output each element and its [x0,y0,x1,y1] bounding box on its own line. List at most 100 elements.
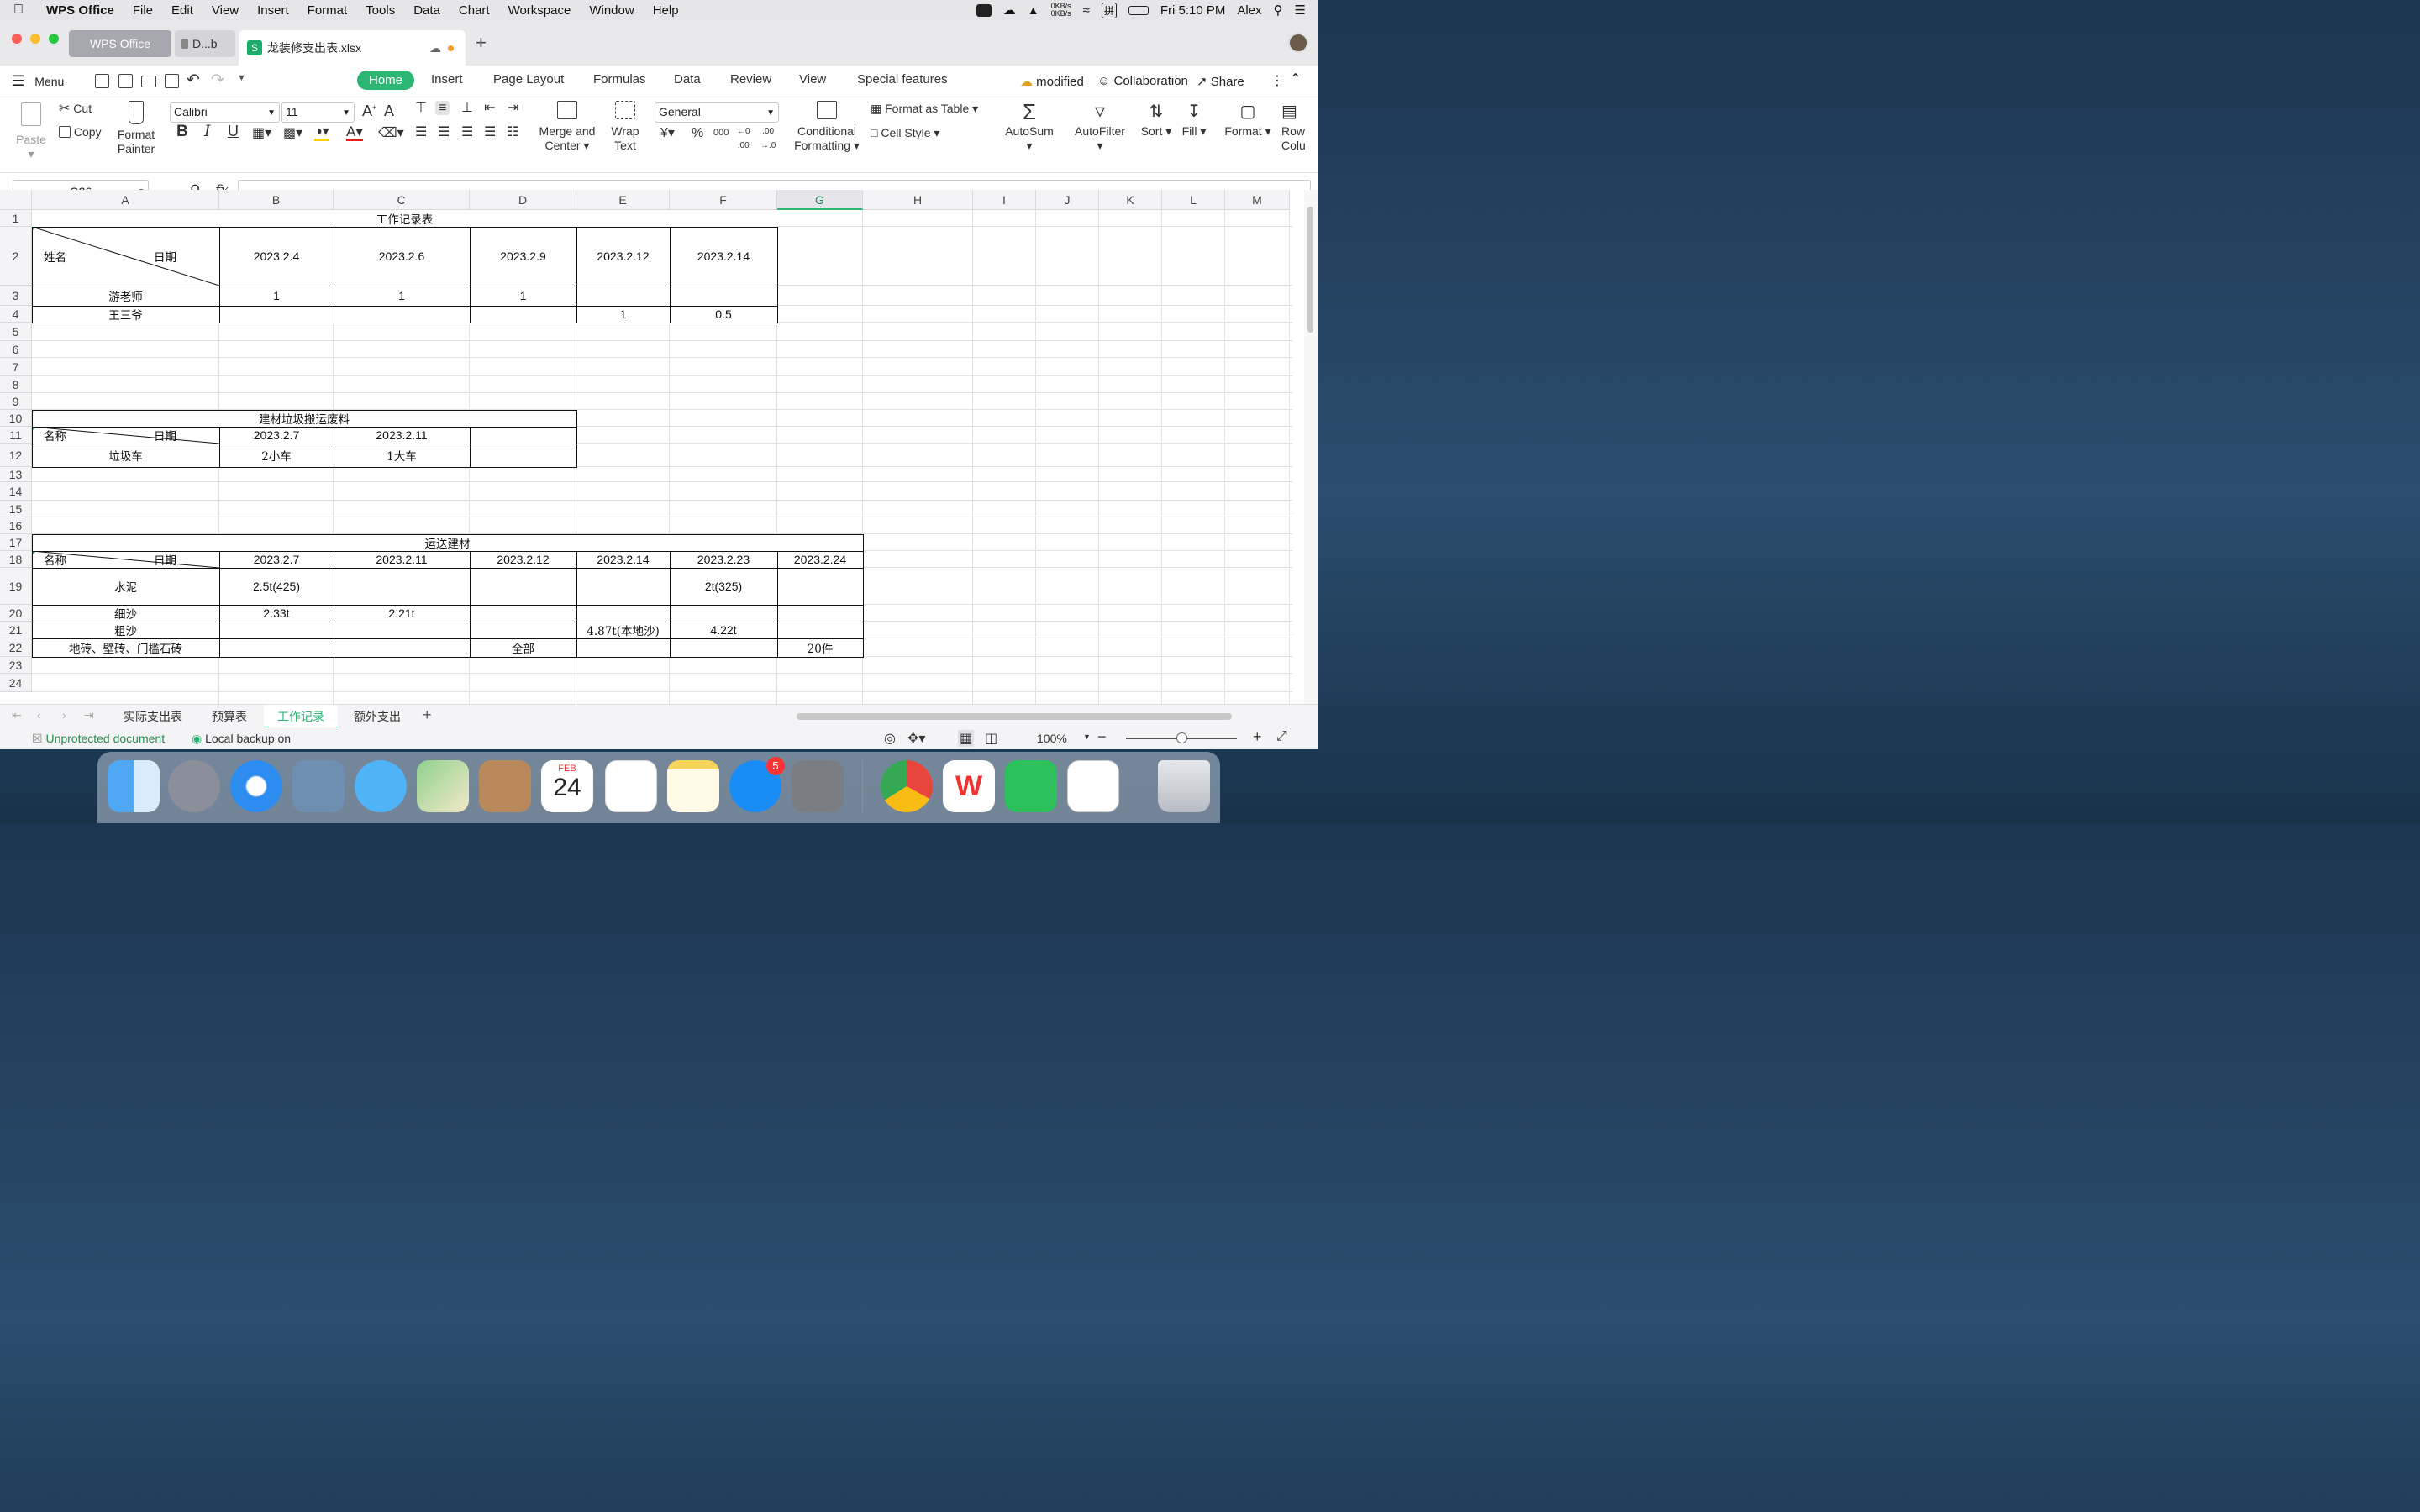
cell[interactable]: 2023.2.12 [470,551,576,568]
reminders-icon[interactable] [605,760,657,812]
zoom-slider[interactable] [1126,732,1237,743]
cell[interactable]: 1 [470,286,576,306]
spreadsheet-grid[interactable]: A B C D E F G H I J K L M 1 2 3 4 5 6 7 8 9 10 11 12 13 14 15 16 17 18… [0,190,1304,704]
autosum-button[interactable]: Σ AutoSum ▾ [1002,99,1057,153]
menu-workspace[interactable]: Workspace [499,3,581,18]
font-color-icon[interactable]: A▾ [346,124,363,141]
menu-view[interactable]: View [203,3,248,18]
tab-page-layout[interactable]: Page Layout [493,72,564,87]
sort-button[interactable]: ⇅ Sort ▾ [1139,99,1173,139]
menu-edit[interactable]: Edit [162,3,203,18]
autofilter-button[interactable]: ▿ AutoFilter ▾ [1071,99,1129,153]
cell[interactable]: 王三爷 [32,306,219,323]
backup-status[interactable]: ◉ Local backup on [192,732,291,746]
format-painter-button[interactable]: Format Painter [114,101,158,156]
column-header[interactable]: H [863,190,973,210]
maps-icon[interactable] [417,760,469,812]
safari-icon[interactable] [230,760,282,812]
currency-icon[interactable]: ¥▾ [660,126,675,140]
cell[interactable]: 游老师 [32,286,219,306]
chrome-icon[interactable] [881,760,933,812]
format-button[interactable]: ▢ Format ▾ [1223,99,1272,139]
vscode-icon[interactable] [1067,760,1119,812]
save-icon[interactable] [95,74,109,88]
column-header[interactable]: A [32,190,219,210]
increase-indent-icon[interactable]: ⇥ [508,101,518,115]
cell[interactable]: 运送建材 [32,534,863,551]
align-bottom-icon[interactable]: ⊥ [461,101,473,115]
collapse-ribbon-icon[interactable]: ⌃ [1290,71,1301,87]
zoom-in-icon[interactable]: + [1253,728,1262,746]
column-header[interactable]: J [1036,190,1099,210]
percent-icon[interactable]: % [692,126,703,140]
cell[interactable]: 2023.2.24 [777,551,863,568]
cell[interactable]: 2023.2.11 [334,551,470,568]
normal-view-icon[interactable]: ▦ [958,730,975,747]
fullscreen-icon[interactable]: ⤢ [1276,729,1287,744]
calendar-icon[interactable]: FEB 24 [541,760,593,812]
cell[interactable] [470,622,576,638]
menu-tools[interactable]: Tools [356,3,404,18]
print-preview-icon[interactable] [165,74,179,88]
vertical-scroll-thumb[interactable] [1307,207,1313,333]
cell[interactable]: 2023.2.12 [576,227,670,286]
cell[interactable] [777,622,863,638]
cell[interactable] [670,638,777,657]
undo-icon[interactable]: ↶ [187,71,200,90]
cell[interactable]: 2023.2.7 [219,551,334,568]
align-left-icon[interactable]: ☰ [415,125,427,139]
select-all-corner[interactable] [0,190,32,210]
row-header[interactable]: 9 [0,393,32,410]
menu-app-name[interactable]: WPS Office [37,3,124,18]
cell[interactable] [219,306,334,323]
decrease-indent-icon[interactable]: ⇤ [484,101,495,115]
cell[interactable]: 垃圾车 [32,444,219,467]
tab-doc[interactable]: D...b [175,30,235,57]
vertical-scrollbar[interactable] [1304,190,1318,704]
wrap-text-button[interactable]: Wrap Text [607,101,644,153]
tab-formulas[interactable]: Formulas [593,72,646,87]
merge-center-button[interactable]: Merge and Center ▾ [538,101,597,153]
column-header[interactable]: K [1099,190,1162,210]
row-header[interactable]: 11 [0,427,32,444]
cell[interactable] [670,286,777,306]
cell[interactable]: 水泥 [32,568,219,605]
cell[interactable]: 2023.2.11 [334,427,470,444]
cell[interactable] [576,638,670,657]
share-button[interactable]: ↗ Share [1197,74,1244,89]
cell[interactable]: 2023.2.4 [219,227,334,286]
cell[interactable] [219,638,334,657]
cloud-icon[interactable]: ☁ [429,41,441,55]
page-break-view-icon[interactable]: ◫ [985,730,997,747]
tab-wps-office[interactable]: WPS Office [69,30,171,57]
chevron-down-icon[interactable]: ▼ [1083,732,1091,741]
cell[interactable]: 工作记录表 [32,210,777,227]
collaboration-button[interactable]: ☺ Collaboration [1097,74,1188,88]
cell[interactable] [470,568,576,605]
tab-active-file[interactable]: S 龙装修支出表.xlsx ☁ [239,30,466,66]
tab-data[interactable]: Data [674,72,701,87]
input-method-icon[interactable]: 拼 [1101,2,1117,18]
cell[interactable] [777,605,863,622]
zoom-slider-knob[interactable] [1176,732,1187,743]
row-header[interactable]: 19 [0,568,32,605]
menu-chart[interactable]: Chart [450,3,499,18]
zoom-window-button[interactable] [49,34,59,44]
protection-status[interactable]: ☒ Unprotected document [32,732,165,746]
align-center-icon[interactable]: ☰ [438,125,450,139]
cell[interactable]: 全部 [470,638,576,657]
row-header[interactable]: 20 [0,605,32,622]
cell[interactable] [334,622,470,638]
cell[interactable]: 2t(325) [670,568,777,605]
messages-icon[interactable] [355,760,407,812]
tab-home[interactable]: Home [357,71,415,90]
apple-icon[interactable]:  [0,3,37,18]
distributed-icon[interactable]: ☷ [507,125,518,139]
align-top-icon[interactable]: ⊤ [415,101,427,115]
cell[interactable]: 2023.2.9 [470,227,576,286]
cell[interactable]: 2小车 [219,444,334,467]
user-name[interactable]: Alex [1237,3,1261,18]
row-header[interactable]: 10 [0,410,32,427]
format-as-table-button[interactable]: ▦ Format as Table ▾ [871,102,978,116]
cell[interactable]: 2023.2.6 [334,227,470,286]
